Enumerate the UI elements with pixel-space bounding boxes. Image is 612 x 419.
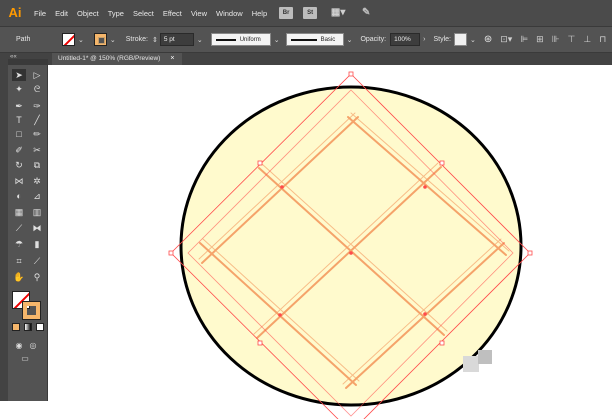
anchor-point (423, 185, 427, 189)
artwork[interactable] (0, 0, 612, 419)
handle[interactable] (439, 160, 445, 166)
anchor-point (423, 312, 427, 316)
handle[interactable] (168, 250, 174, 256)
watermark-shape (463, 356, 479, 372)
anchor-point (278, 313, 282, 317)
anchor-point (349, 251, 353, 255)
handle[interactable] (257, 160, 263, 166)
handle[interactable] (257, 340, 263, 346)
watermark-shape (478, 350, 492, 364)
handle[interactable] (348, 71, 354, 77)
anchor-point (280, 185, 284, 189)
handle[interactable] (439, 340, 445, 346)
handle[interactable] (527, 250, 533, 256)
